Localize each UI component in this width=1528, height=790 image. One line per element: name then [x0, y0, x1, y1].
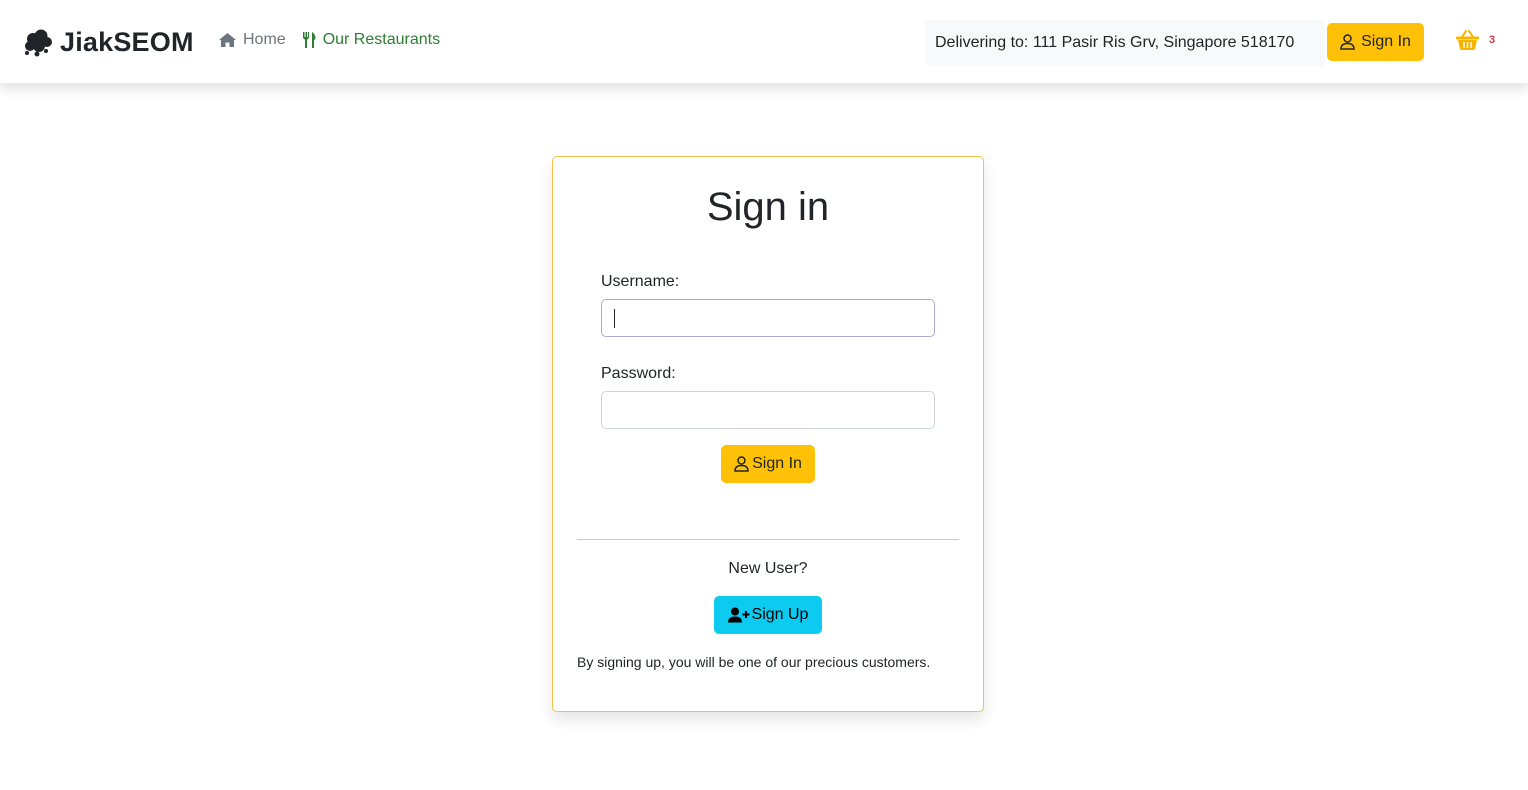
nav-home-label: Home	[243, 31, 286, 48]
header-signin-label: Sign In	[1361, 33, 1411, 50]
cart-button[interactable]: 3	[1455, 29, 1495, 51]
nav-restaurants-label: Our Restaurants	[322, 31, 441, 48]
basket-icon	[1456, 30, 1479, 50]
page-title: Sign in	[706, 185, 830, 229]
password-input[interactable]	[601, 391, 935, 429]
top-navbar: JiakSEOM Home Our Restaurants Delivering…	[0, 0, 1528, 84]
user-icon	[1340, 34, 1355, 50]
password-label: Password:	[601, 365, 676, 382]
new-user-prompt: New User?	[728, 560, 808, 577]
signin-submit-label: Sign In	[752, 455, 802, 472]
main-nav: Home Our Restaurants	[218, 31, 440, 49]
signup-note: By signing up, you will be one of our pr…	[577, 654, 931, 670]
brand-name: JiakSEOM	[60, 26, 194, 57]
home-icon	[219, 33, 236, 47]
username-input[interactable]	[601, 299, 935, 337]
signup-label: Sign Up	[751, 606, 809, 623]
signin-submit-button[interactable]: Sign In	[721, 445, 815, 483]
signup-button[interactable]: Sign Up	[714, 596, 822, 634]
delivery-address[interactable]: Delivering to: 111 Pasir Ris Grv, Singap…	[925, 20, 1325, 66]
utensils-icon	[302, 32, 316, 48]
divider	[577, 539, 959, 540]
cart-count-badge: 3	[1489, 34, 1496, 46]
user-icon	[734, 456, 749, 472]
username-label: Username:	[601, 273, 680, 290]
cloud-cluster-icon	[25, 29, 52, 57]
user-plus-icon	[727, 607, 750, 623]
brand-link[interactable]: JiakSEOM	[22, 26, 194, 58]
nav-restaurants-link[interactable]: Our Restaurants	[302, 31, 440, 49]
signin-card: Sign in Username: Password: Sign In New …	[552, 156, 984, 712]
text-cursor	[614, 309, 615, 328]
header-signin-button[interactable]: Sign In	[1327, 23, 1424, 61]
nav-home-link[interactable]: Home	[218, 31, 286, 49]
